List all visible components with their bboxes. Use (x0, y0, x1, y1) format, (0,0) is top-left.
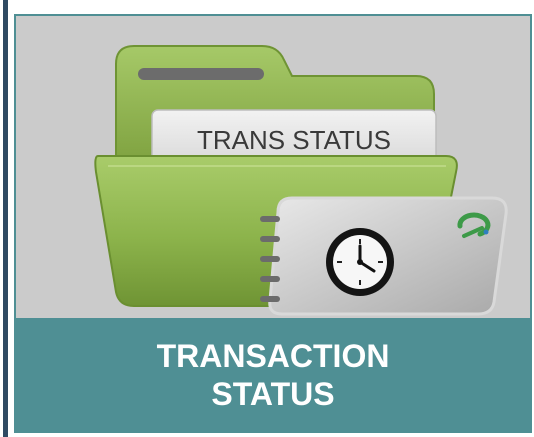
tile-illustration: TRANS STATUS (16, 16, 530, 318)
clock-icon (326, 228, 394, 296)
tile-title-line1: TRANSACTION (156, 337, 390, 374)
left-divider (3, 0, 8, 437)
tile-title-line2: STATUS (211, 375, 335, 412)
tile-caption: TRANSACTION STATUS (16, 318, 530, 431)
transaction-status-tile[interactable]: TRANS STATUS TRANSACTION STATUS (14, 14, 532, 433)
folder-tab-label: TRANS STATUS (197, 125, 391, 155)
